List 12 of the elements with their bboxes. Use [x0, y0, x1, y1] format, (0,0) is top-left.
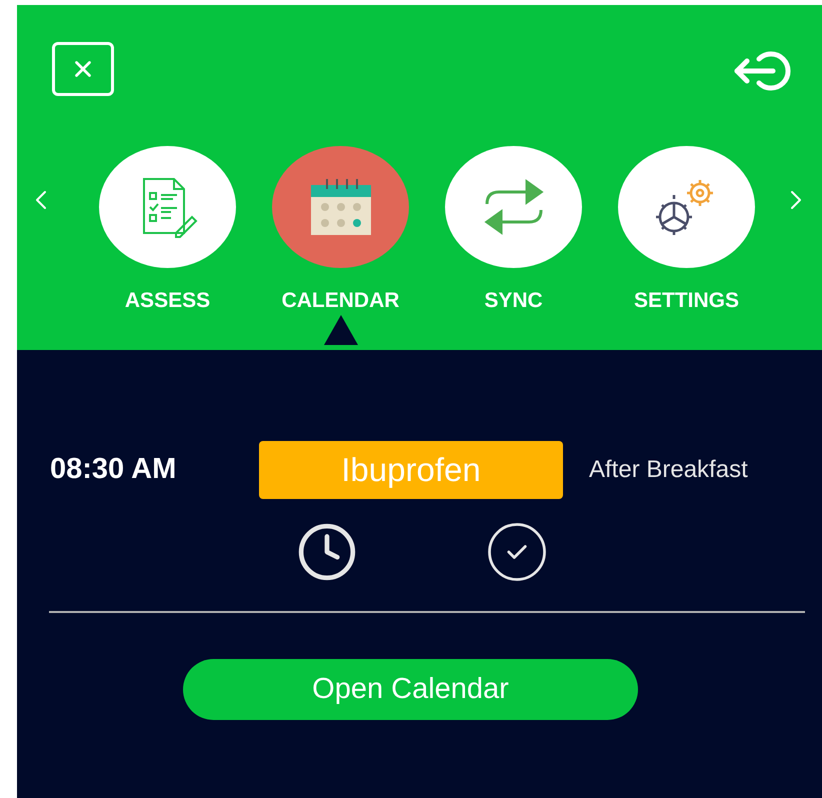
- tab-label: CALENDAR: [282, 289, 400, 313]
- tab-label: SYNC: [484, 289, 543, 313]
- pointer-icon: [324, 315, 358, 345]
- tab-label: ASSESS: [124, 289, 210, 313]
- calendar-icon: [308, 177, 372, 237]
- open-calendar-button[interactable]: Open Calendar: [183, 659, 638, 720]
- medication-label: Ibuprofen: [259, 441, 563, 499]
- note-text: After Breakfast: [589, 455, 748, 485]
- tab-label: SETTINGS: [634, 289, 739, 313]
- clock-icon[interactable]: [296, 521, 358, 583]
- close-button[interactable]: [52, 42, 114, 96]
- time-text: 08:30 AM: [50, 452, 178, 488]
